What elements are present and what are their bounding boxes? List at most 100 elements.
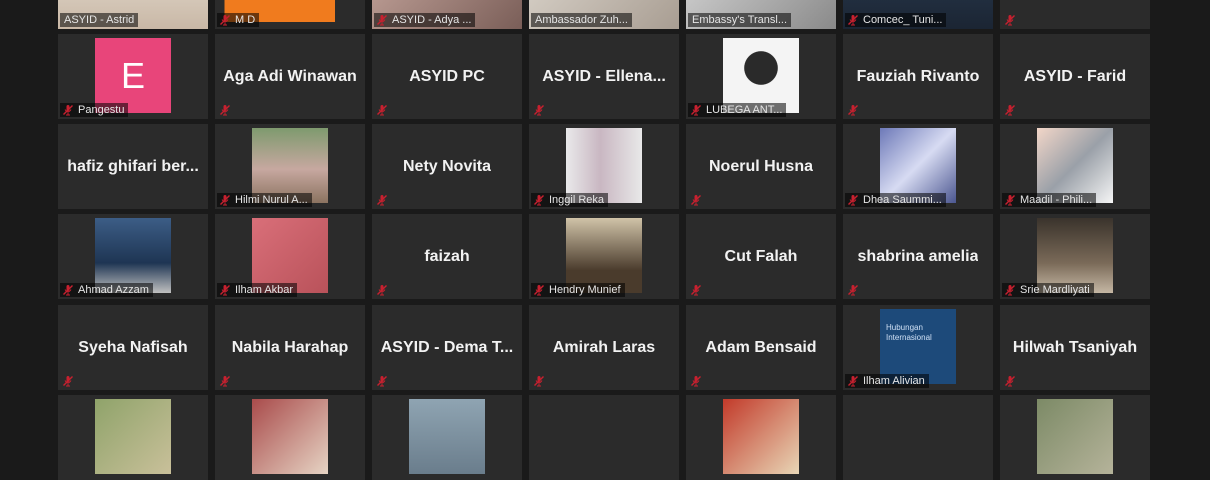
participant-tile[interactable]: Embassy's Transl... — [686, 0, 836, 29]
participant-caption: Dhea Saummi... — [845, 193, 946, 207]
participant-tile[interactable]: Hilmi Nurul A... — [215, 124, 365, 209]
participant-tile[interactable] — [843, 395, 993, 480]
participant-tile[interactable]: ASYID PC — [372, 34, 522, 119]
participant-tile[interactable] — [1000, 0, 1150, 29]
participant-caption — [374, 193, 392, 207]
avatar-letter: E — [95, 38, 171, 113]
participant-tile[interactable] — [529, 395, 679, 480]
participant-tile[interactable]: hafiz ghifari ber... — [58, 124, 208, 209]
participant-name: hafiz ghifari ber... — [62, 124, 204, 209]
participant-tile[interactable]: Comcec_ Tuni... — [843, 0, 993, 29]
participant-caption — [845, 103, 863, 117]
participant-tile[interactable] — [1000, 395, 1150, 480]
participant-tile[interactable] — [372, 395, 522, 480]
participant-caption: Ilham Akbar — [217, 283, 298, 297]
participant-caption-label: Ilham Alivian — [863, 375, 925, 387]
participant-caption — [1002, 374, 1020, 388]
muted-mic-icon — [848, 376, 858, 387]
participant-tile[interactable]: ASYID - Adya ... — [372, 0, 522, 29]
participant-tile[interactable]: Noerul Husna — [686, 124, 836, 209]
participant-tile[interactable]: E Pangestu — [58, 34, 208, 119]
participant-video — [723, 38, 799, 113]
muted-mic-icon — [63, 285, 73, 296]
participant-name-text: Nety Novita — [402, 157, 492, 175]
participant-name: ASYID PC — [376, 34, 518, 119]
participant-tile[interactable]: Srie Mardliyati — [1000, 214, 1150, 299]
participant-caption — [688, 193, 706, 207]
participant-caption-label: Ahmad Azzam — [78, 284, 149, 296]
participant-name: Hilwah Tsaniyah — [1004, 305, 1146, 390]
participant-tile[interactable]: ASYID - Farid — [1000, 34, 1150, 119]
participant-caption: Ambassador Zuh... — [531, 13, 632, 27]
participant-tile[interactable]: shabrina amelia — [843, 214, 993, 299]
participant-tile[interactable]: Nabila Harahap — [215, 305, 365, 390]
participant-tile[interactable]: LUBEGA ANT... — [686, 34, 836, 119]
participant-tile[interactable] — [58, 395, 208, 480]
participant-caption — [531, 374, 549, 388]
participant-name-text: Fauziah Rivanto — [856, 67, 980, 85]
participant-caption-label: Pangestu — [78, 104, 125, 116]
participant-caption — [1002, 13, 1020, 27]
gallery-grid: ASYID - Astrid M D ASYID - Adya ... Ambassa… — [0, 0, 1210, 480]
muted-mic-icon — [1005, 195, 1015, 206]
participant-tile[interactable]: Cut Falah — [686, 214, 836, 299]
participant-name: Adam Bensaid — [690, 305, 832, 390]
participant-tile[interactable]: ASYID - Dema T... — [372, 305, 522, 390]
participant-tile[interactable]: Aga Adi Winawan — [215, 34, 365, 119]
participant-caption-label: Ilham Akbar — [235, 284, 294, 296]
participant-caption — [531, 103, 549, 117]
participant-caption: Inggil Reka — [531, 193, 609, 207]
participant-tile[interactable]: Fauziah Rivanto — [843, 34, 993, 119]
participant-name-text: Cut Falah — [724, 247, 798, 265]
participant-caption: Ahmad Azzam — [60, 283, 153, 297]
participant-tile[interactable]: faizah — [372, 214, 522, 299]
participant-caption: LUBEGA ANT... — [688, 103, 787, 117]
participant-tile[interactable]: Ilham Akbar — [215, 214, 365, 299]
participant-name-text: Nabila Harahap — [231, 338, 349, 356]
participant-tile[interactable]: Nety Novita — [372, 124, 522, 209]
participant-name: ASYID - Ellena... — [533, 34, 675, 119]
participant-name: Aga Adi Winawan — [219, 34, 361, 119]
participant-tile[interactable]: M D — [215, 0, 365, 29]
participant-video — [95, 218, 171, 293]
participant-name-text: Aga Adi Winawan — [223, 67, 357, 85]
participant-tile[interactable]: Adam Bensaid — [686, 305, 836, 390]
participant-video — [880, 128, 956, 203]
participant-tile[interactable]: ASYID - Astrid — [58, 0, 208, 29]
muted-mic-icon — [691, 285, 701, 296]
muted-mic-icon — [377, 15, 387, 26]
participant-name-text: Hilwah Tsaniyah — [1012, 338, 1138, 356]
participant-tile[interactable] — [686, 395, 836, 480]
participant-video — [1037, 128, 1113, 203]
participant-caption: ASYID - Adya ... — [374, 13, 476, 27]
participant-tile[interactable]: Amirah Laras — [529, 305, 679, 390]
participant-tile[interactable]: ASYID - Ellena... — [529, 34, 679, 119]
participant-tile[interactable]: Hendry Munief — [529, 214, 679, 299]
muted-mic-icon — [1005, 376, 1015, 387]
participant-tile[interactable]: Syeha Nafisah — [58, 305, 208, 390]
participant-tile[interactable]: Inggil Reka — [529, 124, 679, 209]
muted-mic-icon — [220, 105, 230, 116]
participant-tile[interactable]: Ahmad Azzam — [58, 214, 208, 299]
participant-caption — [217, 103, 235, 117]
participant-tile[interactable]: Hilwah Tsaniyah — [1000, 305, 1150, 390]
participant-caption — [217, 374, 235, 388]
participant-tile[interactable]: Dhea Saummi... — [843, 124, 993, 209]
participant-name-text: Noerul Husna — [708, 157, 813, 175]
participant-caption-label: ASYID - Adya ... — [392, 14, 472, 26]
participant-name-text: faizah — [424, 247, 470, 265]
participant-tile[interactable]: Ambassador Zuh... — [529, 0, 679, 29]
participant-caption — [688, 283, 706, 297]
participant-caption — [845, 283, 863, 297]
participant-tile[interactable]: Maadil - Phili... — [1000, 124, 1150, 209]
participant-video — [1037, 218, 1113, 293]
participant-tile[interactable]: Hubungan Internasional Ilham Alivian — [843, 305, 993, 390]
participant-name: shabrina amelia — [847, 214, 989, 299]
participant-tile[interactable] — [215, 395, 365, 480]
shared-slide-thumbnail: Hubungan Internasional — [880, 309, 956, 384]
participant-video — [566, 128, 642, 203]
participant-caption — [688, 374, 706, 388]
muted-mic-icon — [534, 105, 544, 116]
muted-mic-icon — [1005, 105, 1015, 116]
participant-caption: Embassy's Transl... — [688, 13, 792, 27]
